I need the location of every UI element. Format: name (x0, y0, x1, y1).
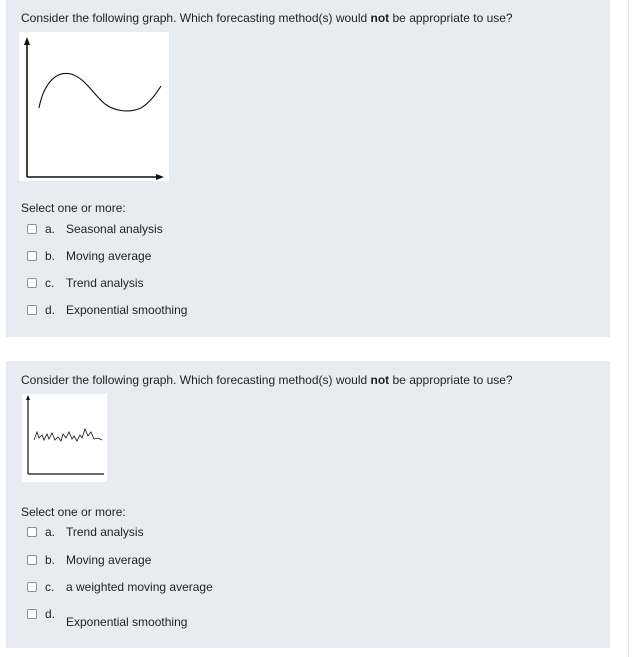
question-1-graph (19, 32, 169, 181)
option-letter: b. (45, 249, 56, 263)
option-letter: d. (45, 607, 56, 621)
question-1-select-label: Select one or more: (21, 201, 126, 215)
question-2-text-before: Consider the following graph. Which fore… (21, 373, 371, 387)
option-text[interactable]: Seasonal analysis (66, 222, 163, 236)
checkbox[interactable] (27, 609, 37, 619)
question-2: Consider the following graph. Which fore… (6, 361, 610, 648)
option-letter: c. (45, 276, 55, 290)
question-1-text: Consider the following graph. Which fore… (21, 11, 513, 25)
option-text[interactable]: a weighted moving average (66, 580, 213, 594)
checkbox[interactable] (27, 582, 37, 592)
option-text[interactable]: Exponential smoothing (66, 303, 187, 317)
option-letter: d. (45, 303, 56, 317)
question-1-text-before: Consider the following graph. Which fore… (21, 11, 371, 25)
option-letter: a. (45, 222, 56, 236)
smooth-wave-graph-icon (24, 37, 164, 180)
question-2-graph (22, 394, 107, 482)
question-2-text: Consider the following graph. Which fore… (21, 373, 513, 387)
option-letter: c. (45, 580, 55, 594)
option-letter: a. (45, 525, 56, 539)
option-text[interactable]: Exponential smoothing (66, 615, 187, 629)
checkbox[interactable] (27, 527, 37, 537)
question-1-text-after: be appropriate to use? (389, 11, 513, 25)
question-2-select-label: Select one or more: (21, 505, 126, 519)
option-text[interactable]: Moving average (66, 249, 151, 263)
page-edge-divider (628, 0, 629, 657)
noisy-fluctuation-graph-icon (26, 395, 104, 475)
checkbox[interactable] (27, 278, 37, 288)
option-letter: b. (45, 553, 56, 567)
question-1: Consider the following graph. Which fore… (6, 0, 610, 337)
checkbox[interactable] (27, 251, 37, 261)
option-text[interactable]: Moving average (66, 553, 151, 567)
option-text[interactable]: Trend analysis (66, 276, 144, 290)
checkbox[interactable] (27, 555, 37, 565)
question-1-text-emphasis: not (370, 11, 390, 25)
option-text[interactable]: Trend analysis (66, 525, 144, 539)
checkbox[interactable] (27, 305, 37, 315)
question-2-text-emphasis: not (370, 373, 390, 387)
question-2-text-after: be appropriate to use? (389, 373, 513, 387)
checkbox[interactable] (27, 224, 37, 234)
